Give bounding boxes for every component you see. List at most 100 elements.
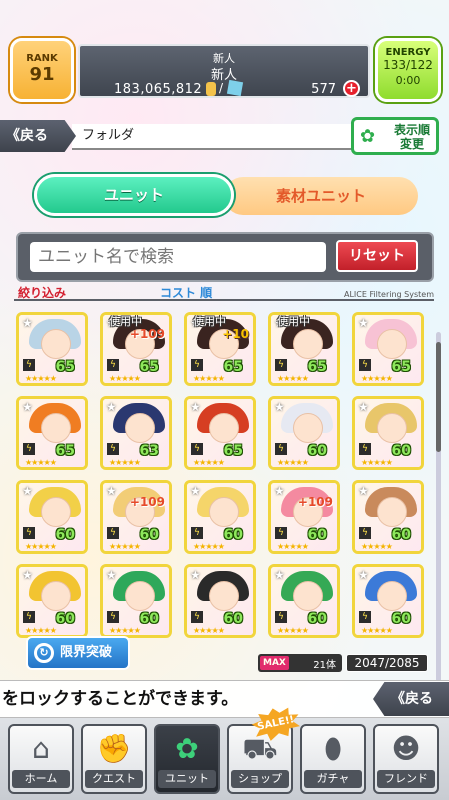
filter-row: 絞り込み コスト 順 ALICE Filtering System	[14, 284, 434, 302]
unit-face	[293, 329, 323, 359]
rank-value: 91	[29, 64, 55, 85]
sort-label: 表示順 変更	[394, 123, 430, 151]
bottom-nav: ⌂ ホーム ✊ クエスト ✿ ユニット ⛟ ショップ ⬮ ガチャ ☻ フレンド	[0, 718, 449, 800]
favorite-star-icon: ★	[22, 400, 33, 414]
lightning-icon: ϟ	[23, 527, 35, 539]
back-button-bottom[interactable]: 《戻る	[373, 682, 449, 716]
lightning-icon: ϟ	[359, 443, 371, 455]
unit-search-input[interactable]	[30, 242, 326, 272]
unit-card[interactable]: ★ ϟ ★★★★★ 60	[100, 564, 172, 638]
cart-icon: ⛟	[242, 732, 278, 765]
lightning-icon: ϟ	[359, 527, 371, 539]
unit-face	[125, 413, 155, 443]
rarity-stars: ★★★★★	[277, 374, 309, 383]
scrollbar-thumb[interactable]	[436, 342, 441, 452]
unit-level: 65	[223, 359, 243, 375]
unit-card[interactable]: ★ ϟ ★★★★★ 60	[184, 564, 256, 638]
favorite-star-icon: ★	[190, 484, 201, 498]
home-icon: ⌂	[32, 732, 50, 765]
nav-home[interactable]: ⌂ ホーム	[8, 724, 74, 794]
unit-level: 60	[223, 527, 243, 543]
rarity-stars: ★★★★★	[109, 626, 141, 635]
unit-card[interactable]: ★ ϟ ★★★★★ 65	[352, 312, 424, 386]
rarity-stars: ★★★★★	[193, 458, 225, 467]
unit-card[interactable]: ★ ϟ ★★★★★ 60 +109	[268, 480, 340, 554]
divider	[14, 299, 434, 301]
lightning-icon: ϟ	[191, 611, 203, 623]
back-button-top[interactable]: 《戻る	[0, 120, 76, 152]
favorite-star-icon: ★	[358, 568, 369, 582]
limit-break-button[interactable]: ↻ 限界突破	[26, 636, 130, 670]
unit-level: 65	[223, 443, 243, 459]
sort-label-line1: 表示順	[394, 123, 431, 137]
unit-card[interactable]: ★ ϟ ★★★★★ 63	[100, 396, 172, 470]
unit-count: 2047/2085	[346, 654, 428, 672]
tab-material-units[interactable]: 素材ユニット	[224, 177, 418, 215]
unit-card[interactable]: ★ ϟ ★★★★★ 60	[16, 564, 88, 638]
lightning-icon: ϟ	[275, 443, 287, 455]
unit-card[interactable]: ★ ϟ ★★★★★ 65 使用中 +109	[100, 312, 172, 386]
unit-level: 60	[307, 611, 327, 627]
unit-level: 60	[391, 443, 411, 459]
unit-grid: ★ ϟ ★★★★★ 65 ★ ϟ ★★★★★ 65 使用中 +109 ★ ϟ ★★★★★ 65 使用中 +10…	[16, 312, 426, 672]
unit-card[interactable]: ★ ϟ ★★★★★ 65	[16, 312, 88, 386]
max-label: MAX	[260, 656, 289, 670]
unit-level: 65	[55, 443, 75, 459]
unit-card[interactable]: ★ ϟ ★★★★★ 65 使用中	[268, 312, 340, 386]
lightning-icon: ϟ	[191, 359, 203, 371]
nav-friend[interactable]: ☻ フレンド	[373, 724, 439, 794]
unit-face	[209, 497, 239, 527]
unit-card[interactable]: ★ ϟ ★★★★★ 60	[352, 564, 424, 638]
player-name: 新人	[210, 68, 237, 83]
rank-label: RANK	[26, 53, 58, 64]
favorite-star-icon: ★	[358, 400, 369, 414]
lightning-icon: ϟ	[191, 443, 203, 455]
rabbit-icon: ✿	[175, 732, 199, 765]
energy-timer: 0:00	[395, 74, 421, 87]
search-panel: リセット	[16, 232, 434, 282]
rarity-stars: ★★★★★	[277, 458, 309, 467]
unit-level: 65	[55, 359, 75, 375]
rarity-stars: ★★★★★	[361, 374, 393, 383]
nav-gacha[interactable]: ⬮ ガチャ	[300, 724, 366, 794]
unit-level: 60	[139, 527, 159, 543]
unit-card[interactable]: ★ ϟ ★★★★★ 60	[184, 480, 256, 554]
lightning-icon: ϟ	[107, 527, 119, 539]
unit-card[interactable]: ★ ϟ ★★★★★ 65	[16, 396, 88, 470]
rarity-stars: ★★★★★	[193, 542, 225, 551]
add-gems-button[interactable]: +	[343, 80, 360, 97]
lightning-icon: ϟ	[275, 527, 287, 539]
unit-level: 63	[139, 443, 159, 459]
unit-card[interactable]: ★ ϟ ★★★★★ 65 使用中 +10	[184, 312, 256, 386]
max-count: 21体	[313, 660, 336, 671]
money-amount: 183,065,812	[114, 82, 203, 97]
coin-icon	[206, 82, 216, 96]
unit-level: 60	[391, 527, 411, 543]
unit-card[interactable]: ★ ϟ ★★★★★ 60	[352, 480, 424, 554]
unit-card[interactable]: ★ ϟ ★★★★★ 60 +109	[100, 480, 172, 554]
reset-button[interactable]: リセット	[336, 240, 418, 272]
nav-shop-label: ショップ	[231, 770, 289, 788]
plus-value: +10	[222, 327, 249, 341]
egg-icon: ⬮	[324, 732, 342, 765]
refresh-icon: ↻	[34, 643, 54, 663]
folder-bar: フォルダ 《戻る ✿ 表示順 変更	[0, 117, 449, 155]
unit-card[interactable]: ★ ϟ ★★★★★ 65	[184, 396, 256, 470]
favorite-star-icon: ★	[190, 568, 201, 582]
unit-card[interactable]: ★ ϟ ★★★★★ 60	[268, 396, 340, 470]
in-use-label: 使用中	[277, 315, 310, 328]
sort-order-button[interactable]: ✿ 表示順 変更	[351, 117, 439, 155]
nav-unit[interactable]: ✿ ユニット	[154, 724, 220, 794]
unit-face	[41, 413, 71, 443]
unit-card[interactable]: ★ ϟ ★★★★★ 60	[352, 396, 424, 470]
unit-card[interactable]: ★ ϟ ★★★★★ 60	[16, 480, 88, 554]
tab-units[interactable]: ユニット	[34, 174, 234, 216]
favorite-star-icon: ★	[274, 568, 285, 582]
rarity-stars: ★★★★★	[25, 374, 57, 383]
unit-card[interactable]: ★ ϟ ★★★★★ 60	[268, 564, 340, 638]
unit-level: 60	[223, 611, 243, 627]
lightning-icon: ϟ	[359, 611, 371, 623]
lightning-icon: ϟ	[275, 611, 287, 623]
nav-quest[interactable]: ✊ クエスト	[81, 724, 147, 794]
unit-level: 60	[55, 527, 75, 543]
